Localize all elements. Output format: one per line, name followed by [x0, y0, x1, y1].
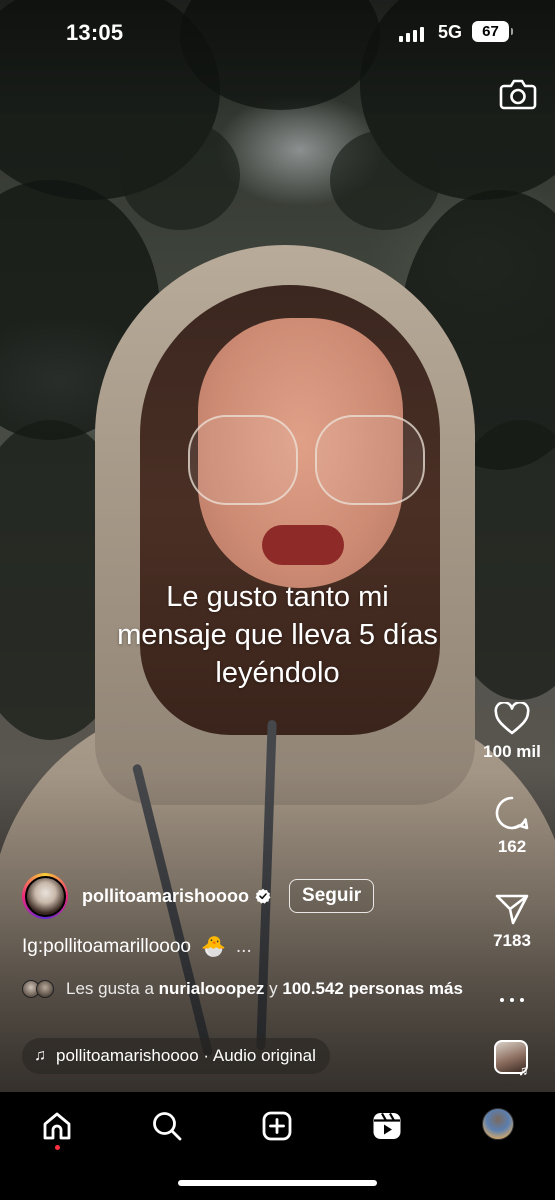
battery-level: 67: [482, 23, 499, 40]
author-username[interactable]: pollitoamarishoooo: [82, 886, 249, 907]
home-icon: [43, 1112, 71, 1140]
like-count: 100 mil: [483, 742, 541, 761]
signal-icon: [399, 26, 424, 42]
more-options-button[interactable]: [500, 990, 524, 1010]
share-count: 7183: [493, 931, 531, 950]
reel-video[interactable]: [0, 0, 555, 1092]
caption[interactable]: Ig:pollitoamarilloooo 🐣 ...: [22, 934, 252, 959]
heart-icon: [494, 702, 530, 735]
reel-overlay-text: Le gusto tanto mi mensaje que lleva 5 dí…: [117, 581, 438, 689]
liked-by-row[interactable]: Les gusta a nurialooopez y 100.542 perso…: [22, 978, 472, 999]
plus-square-icon: [262, 1111, 292, 1141]
camera-button[interactable]: [498, 76, 538, 112]
caption-more[interactable]: ...: [236, 936, 252, 958]
tab-home[interactable]: [37, 1108, 77, 1144]
liked-by-user[interactable]: nurialooopez: [159, 979, 265, 998]
glasses-left-lens: [188, 415, 298, 505]
author-avatar[interactable]: [22, 873, 68, 919]
music-note-icon: ♫: [518, 1062, 529, 1078]
battery-icon: 67: [472, 21, 513, 42]
status-bar: 13:05 5G 67: [0, 0, 555, 66]
share-icon: [495, 894, 529, 925]
liked-by-text: Les gusta a nurialooopez y 100.542 perso…: [66, 979, 463, 998]
like-button[interactable]: 100 mil: [477, 702, 547, 762]
search-icon: [153, 1112, 182, 1141]
avatar: [36, 980, 54, 998]
camera-icon: [499, 79, 537, 110]
lips: [262, 525, 344, 565]
music-note-icon: ♫: [34, 1047, 46, 1064]
caption-emoji: 🐣: [201, 936, 226, 958]
liked-by-others[interactable]: 100.542 personas: [282, 979, 424, 998]
tab-create[interactable]: [257, 1108, 297, 1144]
comment-button[interactable]: 162: [477, 795, 547, 857]
verified-badge-icon: [255, 888, 271, 904]
home-indicator: [178, 1180, 377, 1186]
follow-button[interactable]: Seguir: [289, 879, 375, 913]
comment-count: 162: [497, 837, 527, 856]
audio-pill[interactable]: ♫ pollitoamarishoooo · Audio original: [22, 1038, 330, 1074]
author-row: pollitoamarishoooo Seguir: [22, 872, 375, 920]
tab-search[interactable]: [147, 1108, 187, 1144]
audio-label: pollitoamarishoooo · Audio original: [56, 1046, 316, 1065]
reels-icon: [373, 1112, 401, 1139]
network-type: 5G: [438, 22, 463, 42]
liked-by-avatars: [22, 980, 58, 998]
comment-icon: [495, 796, 529, 830]
status-time: 13:05: [66, 20, 124, 45]
notification-dot: [55, 1145, 60, 1150]
tab-profile[interactable]: [482, 1108, 514, 1140]
tab-reels[interactable]: [367, 1108, 407, 1144]
caption-text: Ig:pollitoamarilloooo: [22, 935, 191, 957]
glasses-right-lens: [315, 415, 425, 505]
share-button[interactable]: 7183: [477, 893, 547, 951]
